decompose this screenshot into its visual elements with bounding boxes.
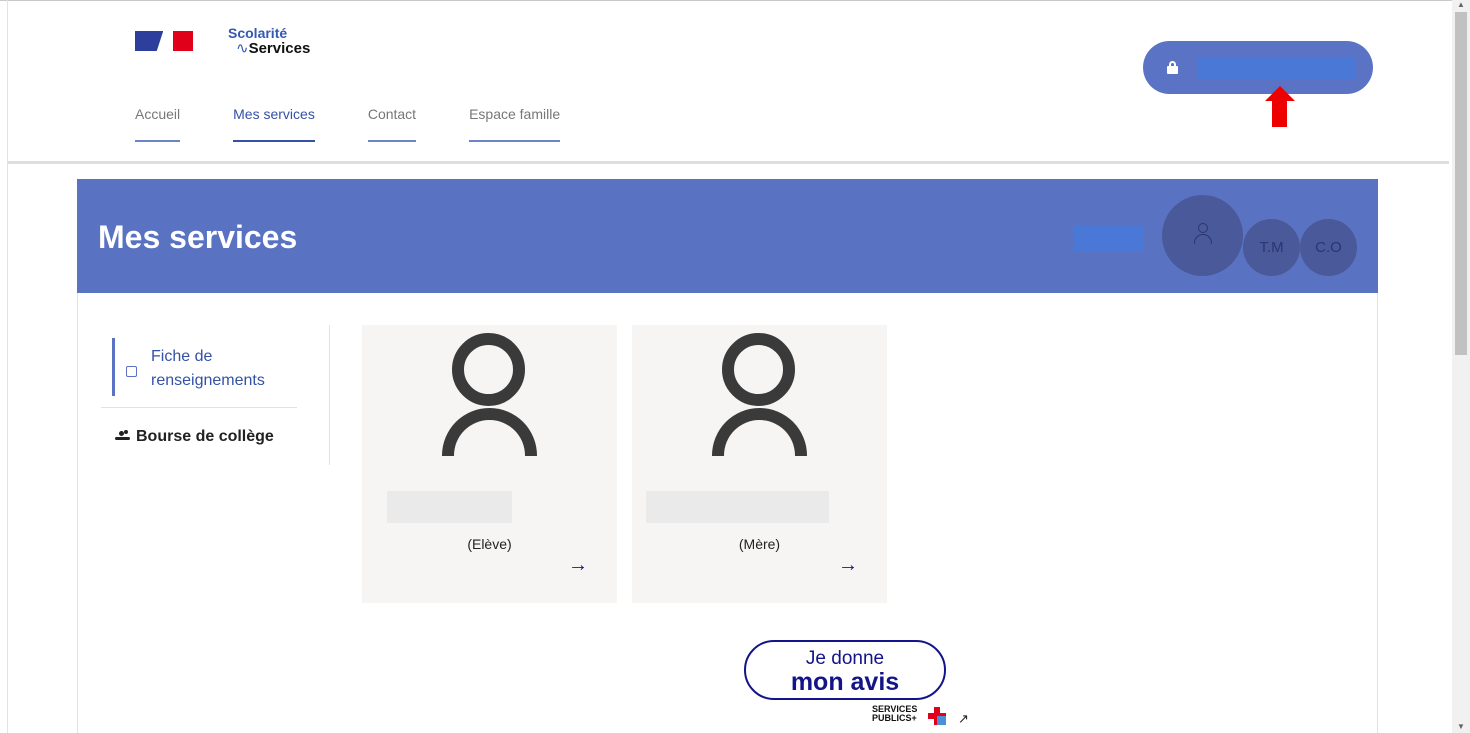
person-icon [722,333,795,406]
sidebar-item-bourse[interactable]: Bourse de collège [115,428,274,446]
nav-mes-services[interactable]: Mes services [233,106,315,142]
services-publics-logo: SERVICES PUBLICS+ [872,705,928,723]
frame-left-border [7,0,8,733]
card-role: (Elève) [467,536,512,552]
services-publics-cross-icon [928,707,946,725]
person-icon [452,333,525,406]
redacted-name [387,491,512,523]
external-link-icon[interactable]: ↗ [958,711,969,727]
sidebar-separator [101,407,297,408]
sidebar-item-label: Bourse de collège [136,428,274,445]
feedback-button[interactable]: Je donne mon avis [744,640,946,700]
redacted-name [646,491,829,523]
lock-icon [1167,61,1181,74]
wave-icon: ∿ [236,40,249,57]
page: Scolarité ∿Services Accueil Mes services… [0,0,1470,733]
card-role: (Mère) [738,536,781,552]
main-nav: Accueil Mes services Contact Espace fami… [135,106,613,142]
edit-icon [126,366,137,377]
header-separator [8,161,1449,164]
account-button[interactable] [1143,41,1373,94]
scroll-up-icon[interactable]: ▲ [1457,0,1465,9]
brand-line2: ∿Services [236,39,310,57]
scroll-down-icon[interactable]: ▼ [1457,722,1465,731]
brand-line2-text: Services [248,40,311,57]
nav-accueil[interactable]: Accueil [135,106,181,142]
page-title: Mes services [98,219,298,255]
hand-coins-icon [115,430,130,442]
nav-espace-famille[interactable]: Espace famille [469,106,561,142]
frame-top-border [0,0,1452,1]
arrow-right-icon[interactable]: → [568,554,588,577]
avatar-tm[interactable]: T.M [1243,219,1300,276]
person-card-eleve[interactable]: (Elève) → [362,325,617,603]
page-banner: Mes services T.M C.O [77,179,1378,293]
sidebar-vertical-separator [329,325,330,465]
annotation-arrow-icon [1265,86,1295,128]
services-publics-text: SERVICES PUBLICS+ [872,704,918,723]
sidebar-item-label: Fiche de renseignements [151,348,265,389]
redacted-banner-text [1074,226,1144,252]
arrow-right-icon[interactable]: → [838,554,858,577]
vertical-scrollbar[interactable]: ▲ ▼ [1452,0,1470,733]
person-card-mere[interactable]: (Mère) → [632,325,887,603]
person-icon-body [442,408,537,456]
avatar-co[interactable]: C.O [1300,219,1357,276]
person-icon [1193,223,1213,245]
scrollbar-thumb[interactable] [1455,12,1467,355]
feedback-line2: mon avis [790,668,900,696]
republic-flag-logo[interactable] [135,31,193,51]
feedback-line1: Je donne [805,648,885,669]
nav-contact[interactable]: Contact [367,106,417,142]
main-avatar[interactable] [1162,195,1243,276]
person-icon-body [712,408,807,456]
redacted-username [1198,57,1355,79]
sidebar-item-fiche[interactable]: Fiche de renseignements [112,338,297,396]
site-brand[interactable]: Scolarité ∿Services [228,25,310,57]
